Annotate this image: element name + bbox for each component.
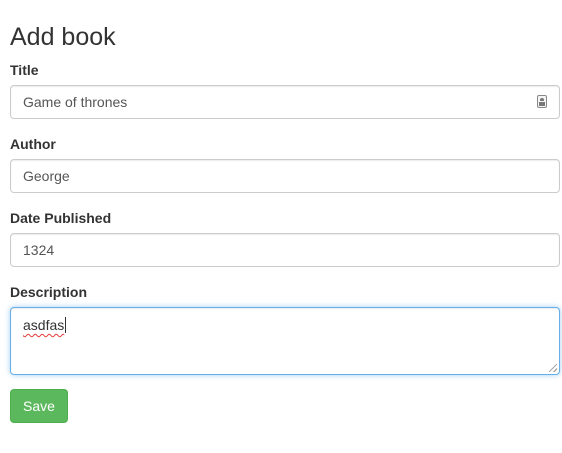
author-input[interactable]: George xyxy=(10,159,560,193)
title-input[interactable]: Game of thrones xyxy=(10,85,560,119)
title-input-value: Game of thrones xyxy=(23,94,128,110)
save-button[interactable]: Save xyxy=(10,389,68,423)
description-textarea[interactable]: asdfas xyxy=(10,307,560,375)
author-label: Author xyxy=(10,136,56,152)
description-textarea-value: asdfas xyxy=(23,317,65,333)
date-published-label: Date Published xyxy=(10,210,112,226)
text-caret xyxy=(65,317,67,333)
description-label: Description xyxy=(10,284,88,300)
description-group: Description asdfas xyxy=(10,283,560,375)
author-input-value: George xyxy=(23,168,70,184)
date-published-group: Date Published 1324 xyxy=(10,209,560,267)
date-published-input-value: 1324 xyxy=(23,242,55,258)
author-group: Author George xyxy=(10,135,560,193)
autofill-contact-icon[interactable] xyxy=(537,95,547,108)
date-published-input[interactable]: 1324 xyxy=(10,233,560,267)
title-label: Title xyxy=(10,62,39,78)
page-title: Add book xyxy=(10,23,116,51)
title-group: Title Game of thrones xyxy=(10,61,560,119)
resize-handle-icon[interactable] xyxy=(549,364,557,372)
